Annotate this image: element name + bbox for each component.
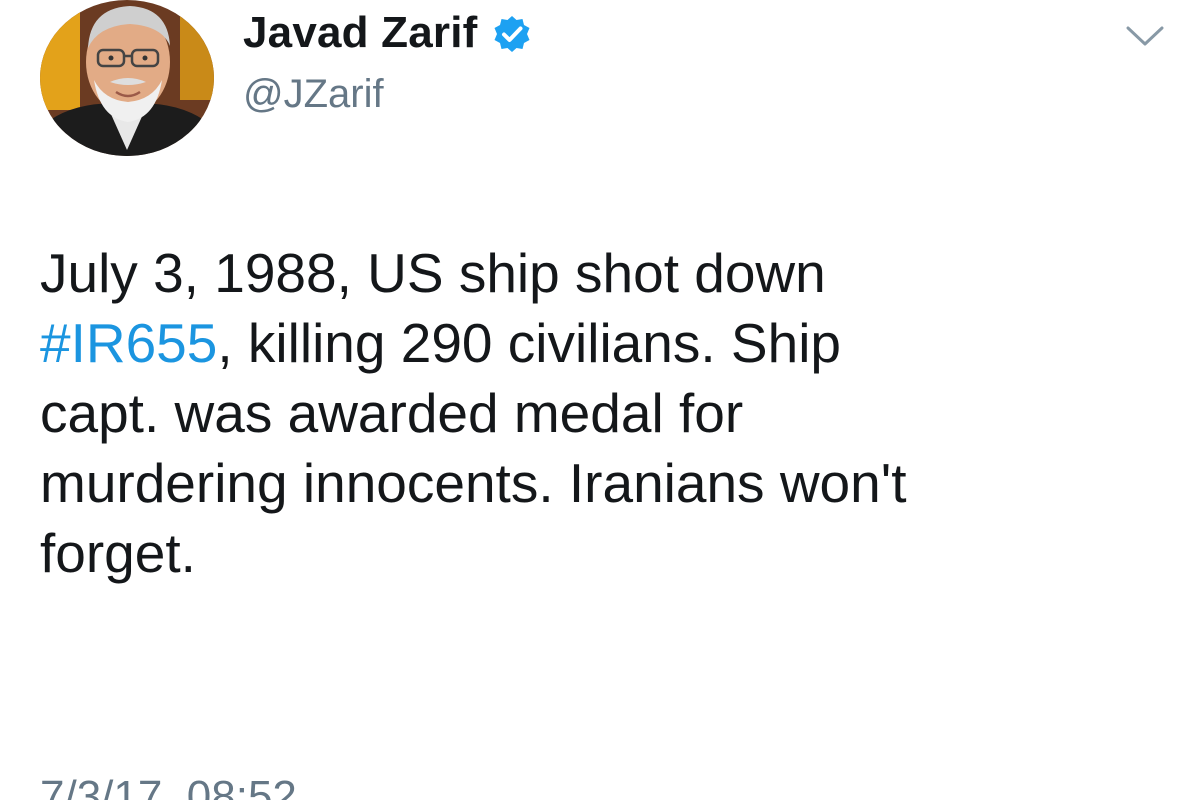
tweet-timestamp[interactable]: 7/3/17, 08:52 xyxy=(40,772,297,800)
display-name-text[interactable]: Javad Zarif xyxy=(243,8,478,58)
tweet-text-fragment: , killing 290 civilians. Ship xyxy=(217,312,841,374)
hashtag-link[interactable]: #IR655 xyxy=(40,312,217,374)
tweet-text-line: July 3, 1988, US ship shot down xyxy=(40,242,826,304)
tweet-text-line: forget. xyxy=(40,522,196,584)
chevron-down-icon[interactable] xyxy=(1124,22,1166,50)
display-name[interactable]: Javad Zarif xyxy=(243,8,532,58)
avatar[interactable] xyxy=(40,0,214,156)
tweet-text-line: #IR655, killing 290 civilians. Ship xyxy=(40,308,1170,378)
verified-badge-icon xyxy=(492,14,532,54)
tweet-text-line: capt. was awarded medal for xyxy=(40,382,744,444)
tweet-text-line: murdering innocents. Iranians won't xyxy=(40,452,907,514)
tweet-text: July 3, 1988, US ship shot down #IR655, … xyxy=(40,238,1170,588)
tweet-card: Javad Zarif @JZarif July 3, 1988, US shi… xyxy=(0,0,1200,800)
user-handle[interactable]: @JZarif xyxy=(243,72,384,117)
profile-photo-icon xyxy=(40,0,214,156)
